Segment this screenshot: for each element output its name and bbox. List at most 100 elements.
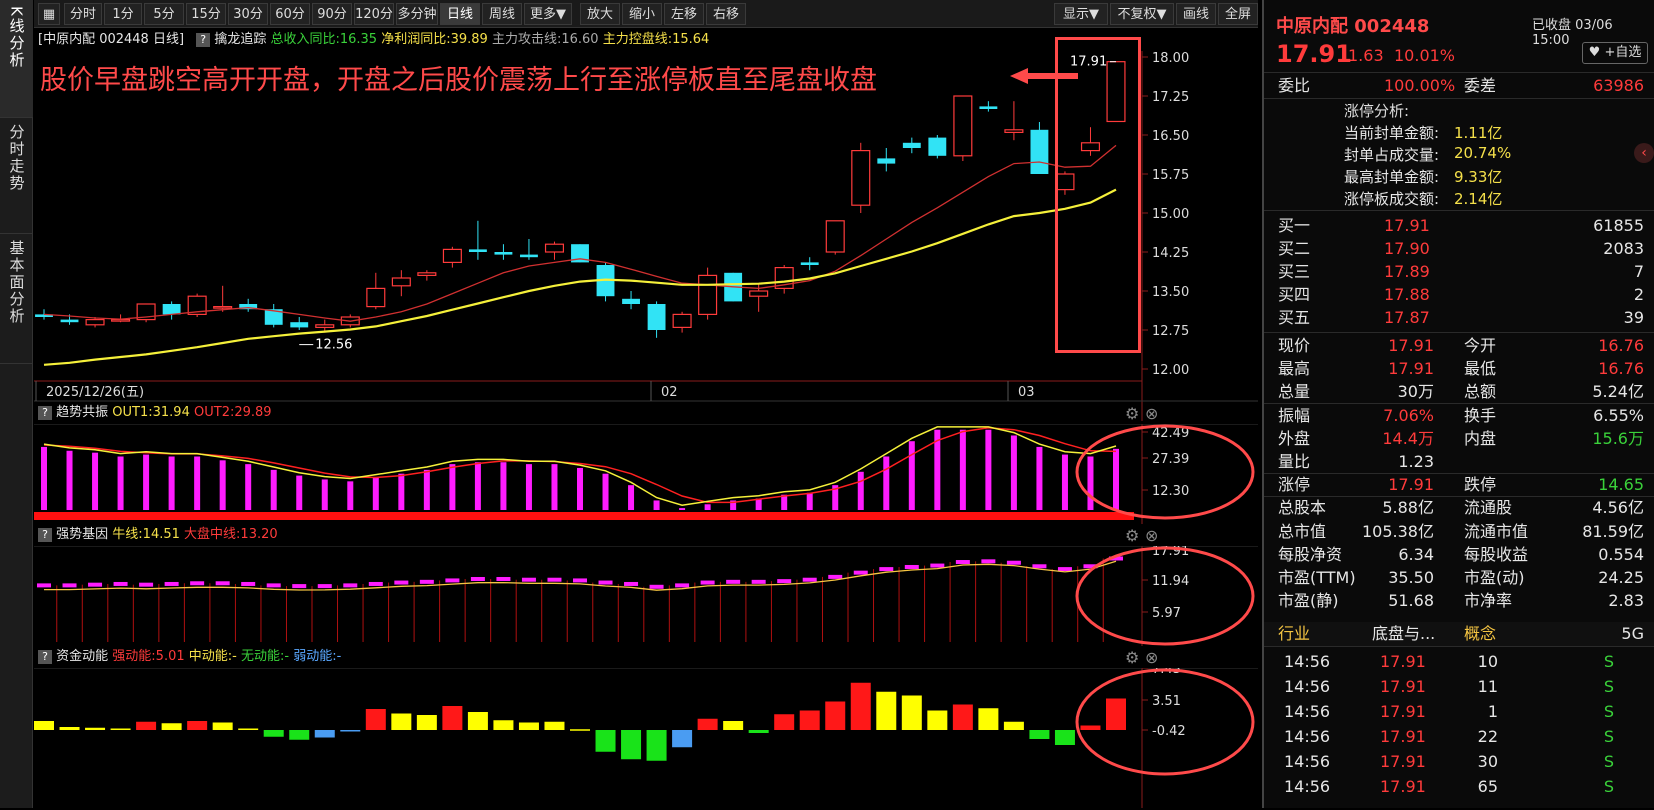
resonance-bar xyxy=(398,473,405,510)
collapse-icon[interactable]: ‹ xyxy=(1634,143,1654,163)
tick-row: 14:56 17.91 30 S xyxy=(1264,750,1654,774)
bid-price: 17.89 xyxy=(1384,262,1430,281)
quote-label: 每股收益 xyxy=(1464,544,1529,564)
gene-bar xyxy=(113,581,128,586)
zoom-in-button[interactable]: 放大 xyxy=(580,3,620,25)
candle-body xyxy=(442,248,462,263)
momentum-bar xyxy=(467,712,488,730)
quote-row: 现价 17.91 今开 16.76 xyxy=(1264,334,1654,358)
tab-fundamentals[interactable]: 基本面分析 xyxy=(0,234,33,364)
tab-kline-analysis[interactable]: K线分析 xyxy=(0,0,33,118)
gene-bar xyxy=(802,577,817,582)
limit-up-value: 2.14亿 xyxy=(1454,190,1503,208)
gene-bar xyxy=(445,578,460,583)
quote-row: 最高 17.91 最低 16.76 xyxy=(1264,357,1654,381)
gene-bar xyxy=(496,577,511,582)
quote-value: 30万 xyxy=(1397,382,1434,402)
period-button[interactable]: 5分 xyxy=(144,3,184,25)
bid-row[interactable]: 买二 17.90 2083 xyxy=(1264,237,1654,261)
bid-row[interactable]: 买五 17.87 39 xyxy=(1264,306,1654,330)
quote-row: 市盈(TTM) 35.50 市盈(动) 24.25 xyxy=(1264,566,1654,590)
period-button[interactable]: 15分 xyxy=(186,3,226,25)
momentum-bar xyxy=(518,722,539,730)
fullscreen-button[interactable]: 全屏 xyxy=(1218,3,1258,25)
quote-value: 6.55% xyxy=(1593,405,1644,425)
period-button[interactable]: 60分 xyxy=(270,3,310,25)
zoom-out-button[interactable]: 缩小 xyxy=(622,3,662,25)
add-watchlist-button[interactable]: ♥ +自选 xyxy=(1582,42,1648,64)
bid-row[interactable]: 买四 17.88 2 xyxy=(1264,283,1654,307)
limit-up-value: 9.33亿 xyxy=(1454,168,1503,186)
draw-button[interactable]: 画线 xyxy=(1176,3,1216,25)
resonance-bar xyxy=(602,473,609,510)
period-button[interactable]: 周线 xyxy=(482,3,522,25)
resonance-bar xyxy=(41,446,47,510)
quote-value: 5.88亿 xyxy=(1382,498,1434,518)
limit-up-analysis-title: 涨停分析: xyxy=(1344,102,1410,120)
quote-label: 流通股 xyxy=(1464,498,1513,518)
quote-value: 14.4万 xyxy=(1382,428,1434,448)
momentum-bar xyxy=(799,710,820,730)
heart-icon: ♥ xyxy=(1588,45,1601,60)
momentum-bar xyxy=(416,715,437,730)
gene-bar xyxy=(37,583,51,588)
help-icon[interactable]: ? xyxy=(38,650,52,664)
quote-value: 14.65 xyxy=(1598,475,1644,495)
quote-row: 市盈(静) 51.68 市净率 2.83 xyxy=(1264,589,1654,613)
display-dropdown[interactable]: 显示▼ xyxy=(1054,3,1108,25)
bid-price: 17.88 xyxy=(1384,285,1430,304)
industry-value[interactable]: 底盘与... xyxy=(1372,622,1435,646)
gene-bar xyxy=(853,570,868,575)
sub2-header: ? 强势基因 牛线:14.51 大盘中线:13.20 xyxy=(34,524,278,546)
tick-side: S xyxy=(1603,652,1614,671)
help-icon[interactable]: ? xyxy=(38,406,52,420)
quote-label: 量比 xyxy=(1278,452,1311,471)
limit-up-label: 涨停板成交额: xyxy=(1344,190,1440,208)
tick-row: 14:56 17.91 22 S xyxy=(1264,725,1654,749)
quote-value: 5.24亿 xyxy=(1592,382,1644,402)
bid-volume: 39 xyxy=(1623,308,1644,327)
period-button[interactable]: 多分钟 xyxy=(396,3,438,25)
limit-up-label: 最高封单金额: xyxy=(1344,168,1440,186)
quote-label: 换手 xyxy=(1464,405,1497,425)
quote-value: 6.34 xyxy=(1398,544,1434,564)
order-diff-label: 委差 xyxy=(1464,76,1497,95)
help-icon[interactable]: ? xyxy=(196,33,211,47)
period-button[interactable]: 120分 xyxy=(354,3,394,25)
bid-label: 买二 xyxy=(1278,239,1311,258)
gene-bar xyxy=(62,583,77,588)
momentum-bar xyxy=(289,730,310,740)
momentum-bar xyxy=(161,723,182,730)
adjust-dropdown[interactable]: 不复权▼ xyxy=(1110,3,1174,25)
move-right-button[interactable]: 右移 xyxy=(706,3,746,25)
period-button[interactable]: 1分 xyxy=(104,3,142,25)
tick-time: 14:56 xyxy=(1284,702,1331,721)
candle-body xyxy=(672,313,692,328)
candle-body xyxy=(622,298,640,304)
more-dropdown[interactable]: 更多▼ xyxy=(524,3,572,25)
baseline-band xyxy=(34,512,1134,520)
move-left-button[interactable]: 左移 xyxy=(664,3,704,25)
grid-icon[interactable]: ▦ xyxy=(38,3,60,25)
resonance-bar xyxy=(551,464,558,510)
help-icon[interactable]: ? xyxy=(38,528,52,542)
resonance-bar xyxy=(92,452,99,510)
candle-body xyxy=(391,277,411,287)
quote-label: 市盈(TTM) xyxy=(1278,568,1356,587)
candle-body xyxy=(1030,129,1049,174)
gene-bar xyxy=(368,581,383,586)
momentum-bar xyxy=(110,728,131,730)
resonance-bar xyxy=(194,456,201,510)
bid-row[interactable]: 买一 17.91 61855 xyxy=(1264,214,1654,238)
concept-value[interactable]: 5G xyxy=(1621,622,1644,646)
tab-intraday[interactable]: 分时走势 xyxy=(0,118,33,234)
period-button-daily[interactable]: 日线 xyxy=(440,3,480,25)
gene-bar xyxy=(649,584,664,589)
period-button[interactable]: 分时 xyxy=(64,3,102,25)
resonance-bar xyxy=(679,508,686,510)
period-button[interactable]: 30分 xyxy=(228,3,268,25)
period-button[interactable]: 90分 xyxy=(312,3,352,25)
bid-row[interactable]: 买三 17.89 7 xyxy=(1264,260,1654,284)
gene-bar xyxy=(777,579,792,584)
candle-body xyxy=(417,272,437,277)
